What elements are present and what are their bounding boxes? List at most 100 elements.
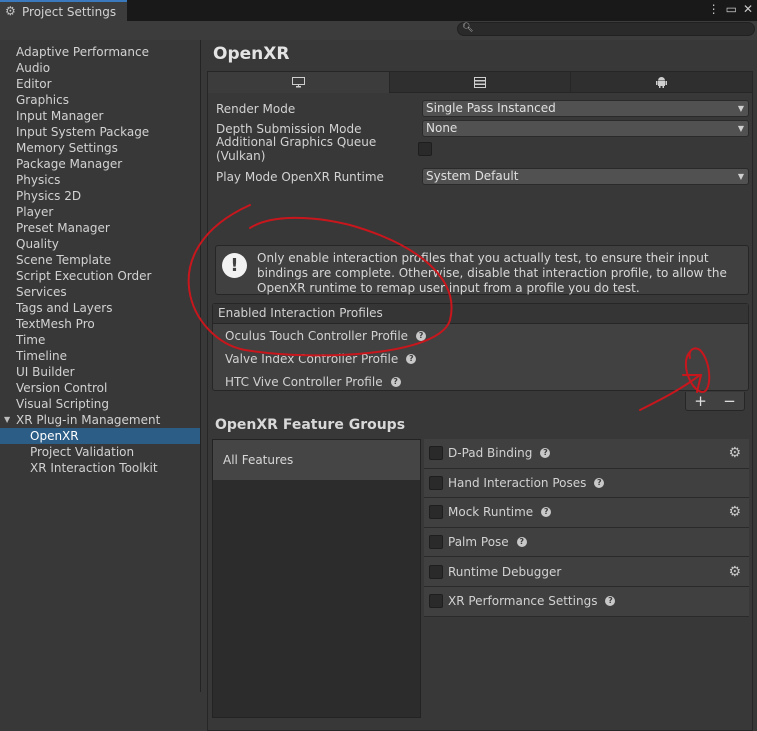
- sidebar-item-audio[interactable]: Audio: [0, 60, 200, 76]
- help-icon[interactable]: ?: [406, 353, 417, 364]
- sidebar-item-graphics[interactable]: Graphics: [0, 92, 200, 108]
- settings-main: OpenXR Render Mode Single Pass Instanced…: [202, 40, 757, 731]
- gear-icon[interactable]: ⚙: [728, 445, 741, 461]
- desktop-icon: [291, 77, 305, 88]
- feature-checkbox[interactable]: [429, 475, 443, 490]
- feature-row: Mock Runtime ? ⚙: [424, 498, 749, 528]
- graphics-queue-checkbox[interactable]: [418, 141, 432, 156]
- profile-label: Valve Index Controller Profile: [225, 351, 399, 366]
- feature-checkbox[interactable]: [429, 594, 443, 609]
- help-icon[interactable]: ?: [541, 507, 552, 518]
- play-mode-runtime-row: Play Mode OpenXR Runtime: [216, 168, 418, 185]
- feature-row: D-Pad Binding ? ⚙: [424, 439, 749, 469]
- sidebar-item-visual-scripting[interactable]: Visual Scripting: [0, 396, 200, 412]
- search-icon: 🔍︎: [462, 23, 474, 33]
- sidebar-item-version-control[interactable]: Version Control: [0, 380, 200, 396]
- list-item[interactable]: HTC Vive Controller Profile ?: [213, 370, 748, 393]
- project-settings-tab[interactable]: ⚙ Project Settings: [0, 0, 127, 21]
- kebab-icon[interactable]: ⋮: [708, 2, 720, 16]
- feature-row: XR Performance Settings ?: [424, 586, 749, 617]
- sidebar-item-memory-settings[interactable]: Memory Settings: [0, 140, 200, 156]
- warning-helpbox: ! Only enable interaction profiles that …: [215, 245, 749, 295]
- tab-desktop[interactable]: [208, 72, 390, 93]
- sidebar-item-player[interactable]: Player: [0, 204, 200, 220]
- close-icon[interactable]: ✕: [743, 2, 753, 16]
- play-mode-runtime-value: System Default: [426, 169, 519, 183]
- feature-checkbox[interactable]: [429, 505, 443, 520]
- graphics-queue-label: Additional Graphics Queue (Vulkan): [216, 134, 377, 163]
- sidebar-item-project-validation[interactable]: Project Validation: [0, 444, 200, 460]
- chevron-down-icon: ▼: [737, 172, 744, 181]
- sidebar-item-services[interactable]: Services: [0, 284, 200, 300]
- feature-checkbox[interactable]: [429, 535, 443, 550]
- sidebar-item-time[interactable]: Time: [0, 332, 200, 348]
- tab-server[interactable]: [389, 72, 572, 93]
- openxr-panel: Render Mode Single Pass Instanced ▼ Dept…: [207, 71, 753, 731]
- tab-title: Project Settings: [22, 4, 117, 19]
- render-mode-row: Render Mode: [216, 100, 418, 117]
- sidebar-item-package-manager[interactable]: Package Manager: [0, 156, 200, 172]
- sidebar-item-editor[interactable]: Editor: [0, 76, 200, 92]
- sidebar-item-openxr[interactable]: OpenXR: [0, 428, 200, 444]
- feature-groups-list: All Features: [212, 439, 421, 718]
- gear-icon[interactable]: ⚙: [728, 504, 741, 520]
- help-icon[interactable]: ?: [416, 330, 427, 341]
- sidebar-item-physics[interactable]: Physics: [0, 172, 200, 188]
- sidebar-item-xr-plugin-management[interactable]: ▼ XR Plug-in Management: [0, 412, 200, 428]
- list-item[interactable]: Valve Index Controller Profile ?: [213, 347, 748, 370]
- help-icon[interactable]: ?: [516, 537, 527, 548]
- android-icon: [656, 77, 668, 88]
- chevron-down-icon: ▼: [737, 124, 744, 133]
- sidebar-item-preset-manager[interactable]: Preset Manager: [0, 220, 200, 236]
- sidebar-item-timeline[interactable]: Timeline: [0, 348, 200, 364]
- sidebar-item-xr-interaction-toolkit[interactable]: XR Interaction Toolkit: [0, 460, 200, 476]
- sidebar-item-ui-builder[interactable]: UI Builder: [0, 364, 200, 380]
- feature-label: Hand Interaction Poses: [448, 475, 587, 490]
- play-mode-runtime-dropdown[interactable]: System Default ▼: [422, 168, 749, 185]
- sidebar-item-input-manager[interactable]: Input Manager: [0, 108, 200, 124]
- feature-checkbox[interactable]: [429, 446, 443, 461]
- sidebar-item-scene-template[interactable]: Scene Template: [0, 252, 200, 268]
- chevron-down-icon[interactable]: ▼: [4, 412, 10, 428]
- sidebar: Adaptive Performance Audio Editor Graphi…: [0, 40, 201, 692]
- render-mode-dropdown[interactable]: Single Pass Instanced ▼: [422, 100, 749, 117]
- server-icon: [474, 76, 486, 88]
- sidebar-item-physics-2d[interactable]: Physics 2D: [0, 188, 200, 204]
- help-icon[interactable]: ?: [594, 477, 605, 488]
- gear-icon: ⚙: [5, 4, 16, 18]
- maximize-icon[interactable]: ▭: [726, 2, 737, 16]
- list-item[interactable]: Oculus Touch Controller Profile ?: [213, 324, 748, 347]
- search-input[interactable]: 🔍︎: [457, 22, 755, 36]
- page-title: OpenXR: [213, 44, 290, 64]
- platform-tabs: [208, 72, 753, 93]
- sidebar-item-input-system-package[interactable]: Input System Package: [0, 124, 200, 140]
- feature-checkbox[interactable]: [429, 564, 443, 579]
- feature-label: Mock Runtime: [448, 505, 534, 520]
- add-remove-footer: + −: [685, 392, 745, 411]
- chevron-down-icon: ▼: [737, 104, 744, 113]
- tab-android[interactable]: [571, 72, 753, 93]
- window-titlebar: ⚙ Project Settings ⋮ ▭ ✕: [0, 0, 757, 21]
- warning-text: Only enable interaction profiles that yo…: [257, 251, 727, 295]
- sidebar-list: Adaptive Performance Audio Editor Graphi…: [0, 40, 200, 476]
- all-features-item[interactable]: All Features: [213, 440, 420, 480]
- depth-submission-dropdown[interactable]: None ▼: [422, 120, 749, 137]
- sidebar-item-textmesh-pro[interactable]: TextMesh Pro: [0, 316, 200, 332]
- add-profile-button[interactable]: +: [694, 392, 707, 410]
- depth-submission-label: Depth Submission Mode: [216, 121, 362, 136]
- window-buttons: ⋮ ▭ ✕: [708, 2, 753, 16]
- sidebar-item-adaptive-performance[interactable]: Adaptive Performance: [0, 44, 200, 60]
- remove-profile-button[interactable]: −: [723, 392, 736, 410]
- gear-icon[interactable]: ⚙: [728, 564, 741, 580]
- help-icon[interactable]: ?: [540, 448, 551, 459]
- warning-icon: !: [222, 253, 247, 278]
- feature-row: Runtime Debugger ⚙: [424, 557, 749, 587]
- help-icon[interactable]: ?: [605, 596, 616, 607]
- feature-groups-title: OpenXR Feature Groups: [215, 417, 406, 433]
- sidebar-item-script-execution-order[interactable]: Script Execution Order: [0, 268, 200, 284]
- feature-label: Palm Pose: [448, 535, 509, 550]
- sidebar-item-tags-and-layers[interactable]: Tags and Layers: [0, 300, 200, 316]
- help-icon[interactable]: ?: [390, 376, 401, 387]
- depth-submission-value: None: [426, 121, 458, 135]
- sidebar-item-quality[interactable]: Quality: [0, 236, 200, 252]
